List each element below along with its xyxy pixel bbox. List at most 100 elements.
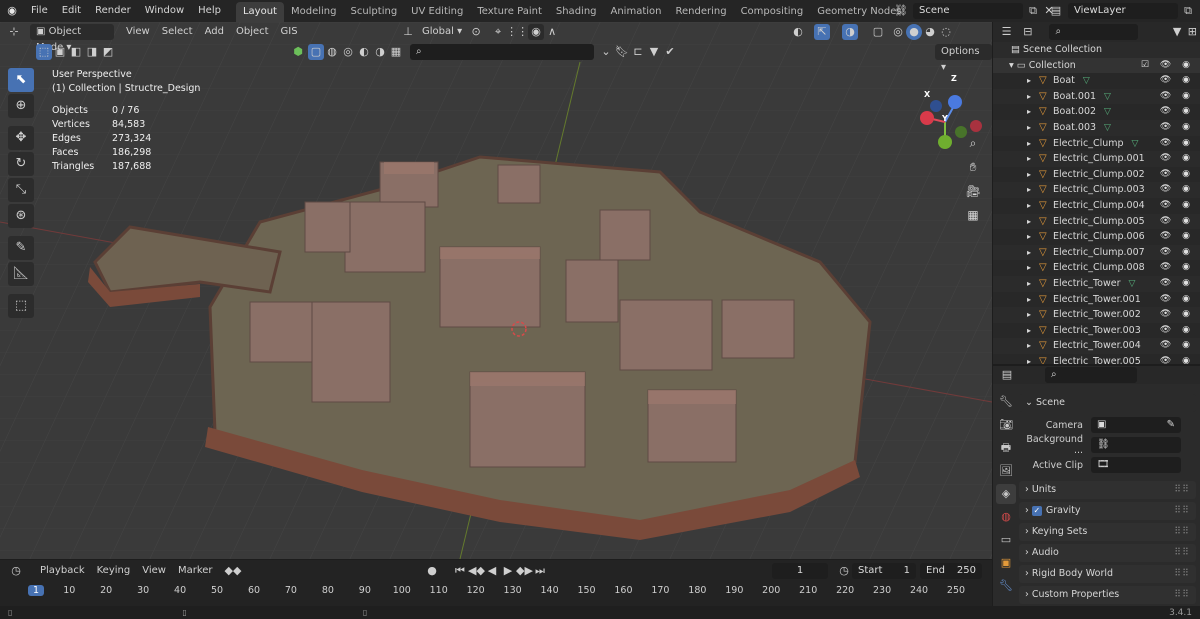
outliner-item[interactable]: ▸ ▽ Electric_Clump.007 👁︎ ◉ (993, 244, 1200, 261)
editor-type-icon[interactable]: ⊹ (6, 24, 22, 40)
outliner-item[interactable]: ▸ ▽ Electric_Clump.001 👁︎ ◉ (993, 151, 1200, 167)
xray-icon[interactable]: ▢ (870, 24, 886, 40)
filter-icon[interactable]: ▼ (646, 44, 662, 60)
outliner-filter-icon[interactable]: ▼ (1170, 24, 1185, 40)
chevron-right-icon[interactable]: ▸ (1027, 198, 1031, 214)
drag-handle-icon[interactable]: ⠿⠿ (1174, 523, 1190, 541)
viewport-menu-gis[interactable]: GIS (275, 24, 304, 40)
filter-dropdown-icon[interactable]: ⌄ (598, 44, 614, 60)
new-collection-icon[interactable]: ⊞ (1185, 24, 1200, 40)
panel-custom-properties[interactable]: › Custom Properties ⠿⠿ (1019, 586, 1196, 604)
perspective-toggle-icon[interactable]: ▦ (962, 204, 984, 226)
chevron-right-icon[interactable]: ▸ (1027, 214, 1031, 230)
solid-shading-icon[interactable]: ● (906, 24, 922, 40)
drag-handle-icon[interactable]: ⠿⠿ (1174, 502, 1190, 520)
scene-tab-icon[interactable]: ◈ (996, 484, 1016, 504)
move-tool-icon[interactable]: ✥ (8, 126, 34, 150)
scene-panel-header[interactable]: ⌄ Scene (1019, 394, 1196, 412)
filter-camera-icon[interactable]: ◐ (356, 44, 372, 60)
panel-keying-sets[interactable]: › Keying Sets ⠿⠿ (1019, 523, 1196, 541)
tab-shading[interactable]: Shading (549, 2, 604, 22)
visibility-toggles[interactable]: 👁︎ ◉ (1160, 276, 1194, 292)
chevron-right-icon[interactable]: ▸ (1027, 338, 1031, 354)
pan-hand-icon[interactable]: ✋︎ (962, 156, 984, 178)
chevron-right-icon[interactable]: ▸ (1027, 276, 1031, 292)
visibility-toggles[interactable]: 👁︎ ◉ (1160, 292, 1194, 308)
panel-gravity[interactable]: › ✓ Gravity ⠿⠿ (1019, 502, 1196, 520)
scale-tool-icon[interactable]: ⤡ (8, 178, 34, 202)
chevron-right-icon[interactable]: ▸ (1027, 151, 1031, 167)
outliner-item[interactable]: ▸ ▽ Electric_Clump.005 👁︎ ◉ (993, 213, 1200, 230)
outliner-item[interactable]: ▸ ▽ Electric_Tower ▽ 👁︎ ◉ (993, 275, 1200, 292)
render-tab-icon[interactable]: 📷︎ (996, 415, 1016, 435)
tab-texture-paint[interactable]: Texture Paint (470, 2, 549, 22)
select-box-icon[interactable]: ⬚ (36, 44, 52, 60)
panel-units[interactable]: › Units ⠿⠿ (1019, 481, 1196, 499)
select-invert-icon[interactable]: ◨ (84, 44, 100, 60)
view-layer-tab-icon[interactable]: 🖼︎ (996, 461, 1016, 481)
blender-logo-icon[interactable]: ◉ (4, 3, 20, 19)
copy-icon[interactable]: ⧉ (1180, 3, 1196, 19)
viewport-menu-view[interactable]: View (120, 24, 156, 40)
annotate-tool-icon[interactable]: ✎ (8, 236, 34, 260)
outliner-item[interactable]: ▸ ▽ Electric_Clump.003 👁︎ ◉ (993, 182, 1200, 198)
collection-tab-icon[interactable]: ▭ (996, 530, 1016, 550)
tab-rendering[interactable]: Rendering (668, 2, 733, 22)
visibility-icon[interactable]: ◐ (790, 24, 806, 40)
transform-tool-icon[interactable]: ⊛ (8, 204, 34, 228)
playhead[interactable]: 1 (28, 585, 44, 596)
outliner-editor-icon[interactable]: ☰ (999, 24, 1014, 40)
viewport-search-input[interactable]: ⌕ (410, 44, 594, 60)
visibility-toggles[interactable]: 👁︎ ◉ (1160, 89, 1194, 105)
visibility-toggles[interactable]: 👁︎ ◉ (1160, 214, 1194, 230)
chevron-right-icon[interactable]: ▸ (1027, 104, 1031, 120)
outliner-item[interactable]: ▸ ▽ Boat.001 ▽ 👁︎ ◉ (993, 88, 1200, 105)
outliner-collection[interactable]: ▾ ▭ Collection ☑ 👁︎ ◉ (993, 57, 1200, 74)
orientation-dropdown[interactable]: Global ▾ (416, 24, 468, 40)
filter-other-icon[interactable]: ▦ (388, 44, 404, 60)
snap-target-icon[interactable]: ⋮⋮ (506, 24, 528, 40)
tab-layout[interactable]: Layout (235, 1, 284, 22)
scene-field[interactable]: Scene (913, 3, 1023, 19)
eyedropper-icon[interactable]: ✎ (1167, 417, 1175, 433)
zoom-icon[interactable]: ⌕ (962, 132, 984, 154)
output-tab-icon[interactable]: 🖶︎ (996, 438, 1016, 458)
modifier-tab-icon[interactable]: 🔧︎ (996, 576, 1016, 596)
object-mode-dropdown[interactable]: ▣ Object Mode ▾ (30, 24, 114, 53)
chevron-right-icon[interactable]: ▸ (1027, 89, 1031, 105)
drag-handle-icon[interactable]: ⠿⠿ (1174, 544, 1190, 562)
menu-edit[interactable]: Edit (55, 0, 88, 22)
visibility-toggles[interactable]: 👁︎ ◉ (1160, 198, 1194, 214)
outliner-item[interactable]: ▸ ▽ Electric_Tower.002 👁︎ ◉ (993, 307, 1200, 323)
select-subtract-icon[interactable]: ◧ (68, 44, 84, 60)
world-tab-icon[interactable]: ◍ (996, 507, 1016, 527)
overlay-toggle-icon[interactable]: ◑ (842, 24, 858, 40)
outliner-item[interactable]: ▸ ▽ Boat.002 ▽ 👁︎ ◉ (993, 104, 1200, 120)
outliner-item[interactable]: ▸ ▽ Electric_Tower.005 👁︎ ◉ (993, 354, 1200, 364)
chevron-right-icon[interactable]: ▸ (1027, 323, 1031, 339)
hierarchy-icon[interactable]: ⊏ (630, 44, 646, 60)
visibility-toggles[interactable]: 👁︎ ◉ (1160, 338, 1194, 354)
chevron-right-icon[interactable]: ▸ (1027, 245, 1031, 261)
menu-help[interactable]: Help (191, 0, 228, 22)
outliner-item[interactable]: ▸ ▽ Electric_Clump.008 👁︎ ◉ (993, 260, 1200, 276)
drag-handle-icon[interactable]: ⠿⠿ (1174, 565, 1190, 583)
outliner-scene-collection[interactable]: ▤ Scene Collection (993, 42, 1200, 58)
object-tab-icon[interactable]: ▣ (996, 553, 1016, 573)
panel-audio[interactable]: › Audio ⠿⠿ (1019, 544, 1196, 562)
properties-search-input[interactable]: ⌕ (1045, 367, 1137, 383)
visibility-toggles[interactable]: 👁︎ ◉ (1160, 136, 1194, 152)
drag-handle-icon[interactable]: ⠿⠿ (1174, 481, 1190, 499)
chevron-right-icon[interactable]: ▸ (1027, 182, 1031, 198)
visibility-toggles[interactable]: 👁︎ ◉ (1160, 73, 1194, 89)
tab-compositing[interactable]: Compositing (734, 2, 811, 22)
rotate-tool-icon[interactable]: ↻ (8, 152, 34, 176)
menu-file[interactable]: File (24, 0, 55, 22)
gravity-checkbox[interactable]: ✓ (1031, 506, 1042, 516)
copy-icon[interactable]: ⧉ (1025, 3, 1041, 19)
visibility-toggles[interactable]: 👁︎ ◉ (1160, 307, 1194, 323)
rendered-shading-icon[interactable]: ◌ (938, 24, 954, 40)
gizmo-toggle-icon[interactable]: ⇱ (814, 24, 830, 40)
3d-viewport[interactable]: Z Y X ⊹ ▣ Object Mode ▾ ViewSelectAddObj… (0, 22, 992, 559)
display-mode-icon[interactable]: ⊟ (1020, 24, 1035, 40)
